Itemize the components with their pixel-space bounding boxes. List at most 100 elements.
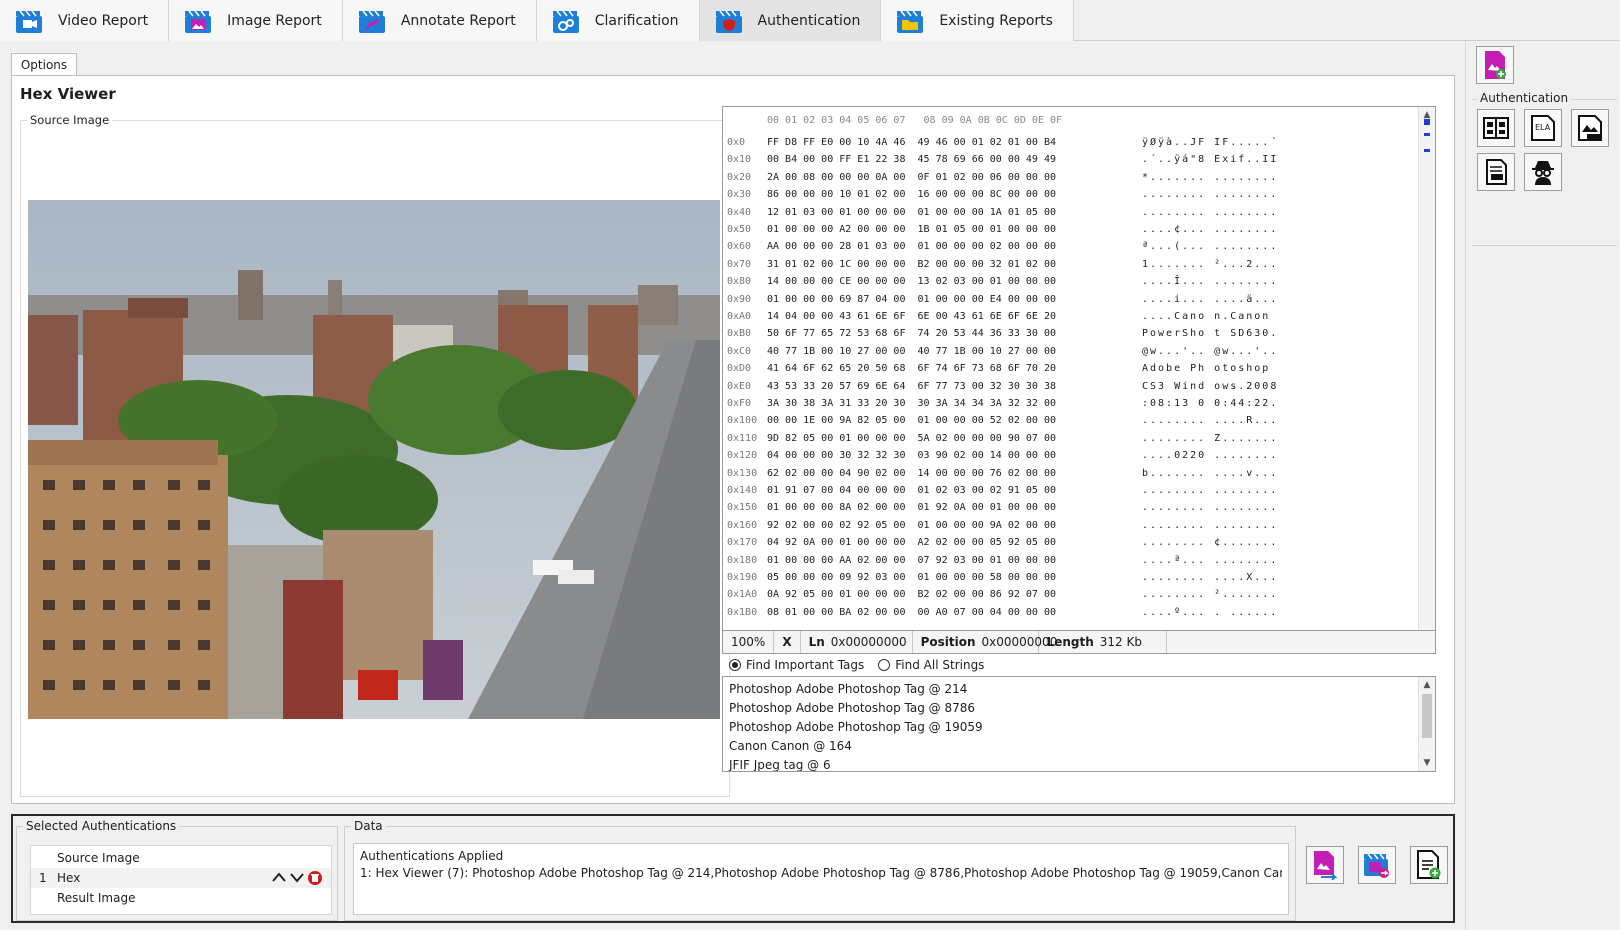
annotate-clapper-icon: [358, 10, 385, 33]
hex-row[interactable]: 0x20 2A 00 08 00 00 00 0A 00 0F 01 02 00 …: [727, 172, 1278, 190]
hex-row[interactable]: 0xB0 50 6F 77 65 72 53 68 6F 74 20 53 44 …: [727, 328, 1278, 346]
send-video-to-report-button[interactable]: [1358, 846, 1396, 884]
list-item[interactable]: Canon Canon @ 164: [729, 739, 852, 753]
length-readout: Length 312 Kb: [1039, 631, 1167, 653]
hex-viewer[interactable]: 00 01 02 03 04 05 06 07 08 09 0A 0B 0C 0…: [722, 106, 1436, 654]
hex-offset: 0x190: [727, 572, 758, 583]
city-photo: [28, 200, 720, 719]
hex-row[interactable]: 0x150 01 00 00 00 8A 02 00 00 01 92 0A 00…: [727, 502, 1278, 520]
selected-authentications-list[interactable]: Source Image 1 Hex Result Image: [30, 845, 332, 915]
main-tab-bar: Video Report Image Report Annotate Repor…: [0, 0, 1620, 41]
hex-row[interactable]: 0x100 00 00 1E 00 9A 82 05 00 01 00 00 00…: [727, 415, 1278, 433]
add-report-button[interactable]: [1410, 846, 1448, 884]
hex-bytes: 50 6F 77 65 72 53 68 6F 74 20 53 44 36 3…: [767, 328, 1056, 340]
hex-bytes: 31 01 02 00 1C 00 00 00 B2 00 00 00 32 0…: [767, 258, 1056, 270]
tab-video-report[interactable]: Video Report: [0, 0, 170, 41]
send-image-to-report-button[interactable]: [1306, 846, 1344, 884]
hex-ascii: ÿØÿà..JF IF.....´: [1142, 137, 1279, 148]
hex-offset: 0xD0: [727, 363, 752, 375]
exif-tool-button[interactable]: [1571, 109, 1609, 147]
hex-row[interactable]: 0x110 9D 82 05 00 01 00 00 00 5A 02 00 00…: [727, 433, 1278, 451]
list-item[interactable]: Result Image: [31, 888, 331, 908]
send-video-icon: [1364, 853, 1389, 878]
hex-row[interactable]: 0x50 01 00 00 00 A2 00 00 00 1B 01 05 00 …: [727, 224, 1278, 242]
hex-row[interactable]: 0x30 86 00 00 00 10 01 02 00 16 00 00 00 …: [727, 189, 1278, 207]
scroll-up-icon[interactable]: ▲: [1419, 677, 1435, 693]
selected-authentications-group: Selected Authentications Source Image 1H…: [16, 819, 338, 921]
hex-row[interactable]: 0x190 05 00 00 00 09 92 03 00 01 00 00 00…: [727, 572, 1278, 590]
hex-ascii: ........ ........: [1142, 206, 1279, 218]
tab-label: Authentication: [757, 12, 861, 29]
hex-offset: 0x120: [727, 450, 758, 462]
tab-annotate-report[interactable]: Annotate Report: [342, 0, 537, 41]
tab-options[interactable]: Options: [11, 53, 77, 76]
spy-icon: [1532, 161, 1554, 185]
tag-results-list[interactable]: Photoshop Adobe Photoshop Tag @ 214 Phot…: [722, 676, 1436, 772]
hex-ascii: @w...'.. @w...'..: [1142, 345, 1279, 357]
move-down-icon[interactable]: [289, 870, 305, 884]
list-item[interactable]: JFIF Jpeg tag @ 6: [729, 758, 831, 771]
hex-row[interactable]: 0x40 12 01 03 00 01 00 00 00 01 00 00 00 …: [727, 207, 1278, 225]
list-item[interactable]: Photoshop Adobe Photoshop Tag @ 214: [729, 682, 967, 696]
scroll-down-icon[interactable]: ▼: [1419, 755, 1435, 771]
hex-ascii: ....Cano n.Canon: [1142, 311, 1279, 322]
hex-row[interactable]: 0x90 01 00 00 00 69 87 04 00 01 00 00 00 …: [727, 294, 1278, 312]
move-up-icon[interactable]: [271, 870, 287, 884]
tab-image-report[interactable]: Image Report: [169, 0, 343, 41]
hex-bytes: 43 53 33 20 57 69 6E 64 6F 77 73 00 32 3…: [767, 380, 1056, 392]
hex-row[interactable]: 0x10 00 B4 00 00 FF E1 22 38 45 78 69 66 …: [727, 154, 1278, 172]
hex-row[interactable]: 0x180 01 00 00 00 AA 02 00 00 07 92 03 00…: [727, 555, 1278, 573]
hex-row[interactable]: 0x70 31 01 02 00 1C 00 00 00 B2 00 00 00 …: [727, 259, 1278, 277]
hex-row[interactable]: 0x120 04 00 00 00 30 32 32 30 03 90 02 00…: [727, 450, 1278, 468]
hex-ascii: ....i... ....ä...: [1142, 293, 1279, 305]
export-image-icon: [1485, 51, 1506, 79]
data-output[interactable]: Authentications Applied 1: Hex Viewer (7…: [353, 843, 1289, 915]
hex-offset: 0x130: [727, 467, 758, 479]
list-item[interactable]: Source Image: [31, 848, 331, 868]
hex-row[interactable]: 0x140 01 91 07 00 04 00 00 00 01 02 03 00…: [727, 485, 1278, 503]
hex-row[interactable]: 0x60 AA 00 00 00 28 01 03 00 01 00 00 00 …: [727, 241, 1278, 259]
hex-bytes: 86 00 00 00 10 01 02 00 16 00 00 00 8C 0…: [767, 189, 1056, 201]
data-heading: Authentications Applied: [360, 849, 504, 863]
hex-scrollbar[interactable]: ▲ ▼: [1418, 107, 1435, 653]
hex-row[interactable]: 0x160 92 02 00 00 02 92 05 00 01 00 00 00…: [727, 520, 1278, 538]
hex-row[interactable]: 0x1B0 08 01 00 00 BA 02 00 00 00 A0 07 00…: [727, 607, 1278, 625]
list-item[interactable]: Photoshop Adobe Photoshop Tag @ 8786: [729, 701, 975, 715]
hex-row[interactable]: 0xE0 43 53 33 20 57 69 6E 64 6F 77 73 00 …: [727, 381, 1278, 399]
export-image-button[interactable]: [1476, 46, 1514, 84]
hex-row[interactable]: 0x0 FF D8 FF E0 00 10 4A 46 49 46 00 01 0…: [727, 137, 1278, 155]
hex-tool-button[interactable]: [1477, 153, 1515, 191]
hex-offset: 0x10: [727, 154, 752, 166]
send-image-icon: [1314, 851, 1338, 880]
hex-row[interactable]: 0x1A0 0A 92 05 00 01 00 00 00 B2 02 00 00…: [727, 589, 1278, 607]
anonymous-tool-button[interactable]: [1524, 153, 1562, 191]
hex-row[interactable]: 0x170 04 92 0A 00 01 00 00 00 A2 02 00 00…: [727, 537, 1278, 555]
hex-row[interactable]: 0x130 62 02 00 00 04 90 02 00 14 00 00 00…: [727, 468, 1278, 486]
authentication-tools: Authentication ELA: [1472, 91, 1617, 246]
hex-row[interactable]: 0xF0 3A 30 38 3A 31 33 20 30 30 3A 34 34 …: [727, 398, 1278, 416]
tab-existing-reports[interactable]: Existing Reports: [881, 0, 1074, 41]
hex-offset: 0x70: [727, 258, 752, 270]
ela-tool-button[interactable]: ELA: [1524, 109, 1562, 147]
tab-authentication[interactable]: Authentication: [699, 0, 882, 41]
radio-empty-icon: [878, 659, 891, 671]
hex-row[interactable]: 0xA0 14 04 00 00 43 61 6E 6F 6E 00 43 61 …: [727, 311, 1278, 329]
tag-list-scrollbar[interactable]: ▲ ▼: [1418, 677, 1435, 771]
find-important-tags-radio[interactable]: Find Important Tags: [729, 658, 864, 672]
hex-row[interactable]: 0xD0 41 64 6F 62 65 20 50 68 6F 74 6F 73 …: [727, 363, 1278, 381]
tab-clarification[interactable]: Clarification: [536, 0, 700, 41]
scroll-thumb[interactable]: [1422, 694, 1432, 738]
list-item[interactable]: Photoshop Adobe Photoshop Tag @ 19059: [729, 720, 983, 734]
hex-row[interactable]: 0xC0 40 77 1B 00 10 27 00 00 40 77 1B 00 …: [727, 346, 1278, 364]
find-all-strings-radio[interactable]: Find All Strings: [878, 658, 984, 672]
hex-ascii: ....º... . ......: [1142, 606, 1279, 618]
delete-icon[interactable]: [307, 870, 323, 886]
hex-offset: 0x140: [727, 485, 758, 496]
hex-row[interactable]: 0x80 14 00 00 00 CE 00 00 00 13 02 03 00 …: [727, 276, 1278, 294]
bottom-panel: Selected Authentications Source Image 1H…: [11, 814, 1455, 923]
list-item[interactable]: 1 Hex: [31, 868, 331, 888]
hex-bytes: 14 00 00 00 CE 00 00 00 13 02 03 00 01 0…: [767, 276, 1056, 288]
compare-tool-button[interactable]: [1477, 109, 1515, 147]
close-hex-button[interactable]: X: [774, 631, 801, 653]
hex-bytes: 00 B4 00 00 FF E1 22 38 45 78 69 66 00 0…: [767, 154, 1056, 166]
